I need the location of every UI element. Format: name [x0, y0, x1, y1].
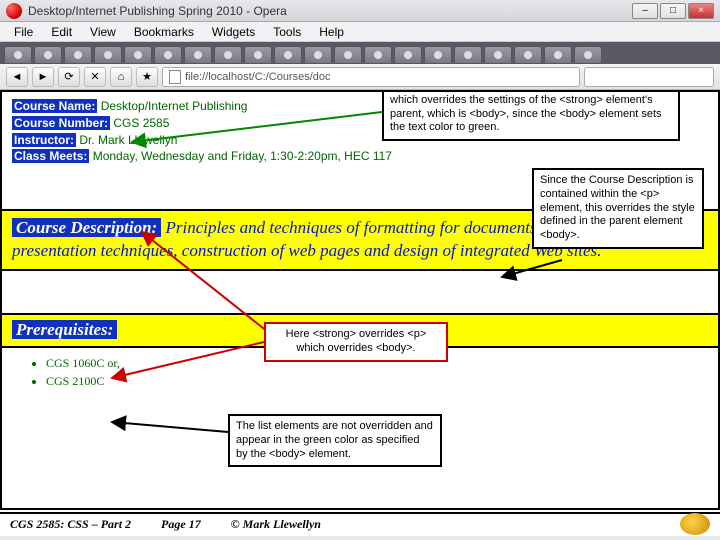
window-controls: – □ ×	[632, 3, 714, 19]
tab[interactable]	[544, 46, 572, 64]
tab[interactable]	[64, 46, 92, 64]
document-icon	[169, 70, 181, 84]
tab[interactable]	[424, 46, 452, 64]
tab[interactable]	[214, 46, 242, 64]
address-bar[interactable]: file://localhost/C:/Courses/doc	[162, 67, 580, 87]
menu-bookmarks[interactable]: Bookmarks	[126, 23, 202, 41]
tab[interactable]	[274, 46, 302, 64]
course-number-label: Course Number:	[12, 116, 110, 130]
opera-icon	[6, 3, 22, 19]
list-item: CGS 2100C	[46, 372, 698, 390]
tab[interactable]	[454, 46, 482, 64]
callout-strong-white: Notice that all text within the <strong>…	[382, 90, 680, 141]
class-meets-label: Class Meets:	[12, 149, 89, 163]
tab[interactable]	[364, 46, 392, 64]
menu-view[interactable]: View	[82, 23, 124, 41]
window-title: Desktop/Internet Publishing Spring 2010 …	[28, 4, 632, 18]
menu-help[interactable]: Help	[311, 23, 352, 41]
menu-edit[interactable]: Edit	[43, 23, 80, 41]
tab[interactable]	[94, 46, 122, 64]
footer-author: © Mark Llewellyn	[231, 517, 321, 532]
tab[interactable]	[484, 46, 512, 64]
tab[interactable]	[394, 46, 422, 64]
tabstrip	[0, 42, 720, 64]
menu-file[interactable]: File	[6, 23, 41, 41]
instructor-value: Dr. Mark Llewellyn	[76, 133, 177, 147]
class-meets-value: Monday, Wednesday and Friday, 1:30-2:20p…	[89, 149, 392, 163]
maximize-button[interactable]: □	[660, 3, 686, 19]
url-text: file://localhost/C:/Courses/doc	[185, 71, 331, 83]
page-viewport: Course Name: Desktop/Internet Publishing…	[0, 90, 720, 510]
tab[interactable]	[124, 46, 152, 64]
course-description-label: Course Description:	[12, 218, 161, 237]
ucf-logo-icon	[680, 513, 710, 535]
callout-strong-override: Here <strong> overrides <p> which overri…	[264, 322, 448, 362]
tab[interactable]	[184, 46, 212, 64]
footer-page: Page 17	[161, 517, 201, 532]
navbar: ◄ ► ⟳ ✕ ⌂ ★ file://localhost/C:/Courses/…	[0, 64, 720, 90]
tab[interactable]	[514, 46, 542, 64]
wand-button[interactable]: ★	[136, 67, 158, 87]
titlebar: Desktop/Internet Publishing Spring 2010 …	[0, 0, 720, 22]
tab[interactable]	[154, 46, 182, 64]
forward-button[interactable]: ►	[32, 67, 54, 87]
minimize-button[interactable]: –	[632, 3, 658, 19]
slide-footer: CGS 2585: CSS – Part 2 Page 17 © Mark Ll…	[0, 512, 720, 534]
back-button[interactable]: ◄	[6, 67, 28, 87]
callout-list-green: The list elements are not overridden and…	[228, 414, 442, 467]
tab[interactable]	[244, 46, 272, 64]
tab[interactable]	[304, 46, 332, 64]
close-button[interactable]: ×	[688, 3, 714, 19]
course-name-label: Course Name:	[12, 99, 97, 113]
tab[interactable]	[334, 46, 362, 64]
tab[interactable]	[574, 46, 602, 64]
tab[interactable]	[34, 46, 62, 64]
stop-button[interactable]: ✕	[84, 67, 106, 87]
course-number-value: CGS 2585	[110, 116, 169, 130]
prerequisites-label: Prerequisites:	[12, 320, 117, 339]
tab[interactable]	[4, 46, 32, 64]
search-field[interactable]	[584, 67, 714, 87]
menu-tools[interactable]: Tools	[265, 23, 309, 41]
statusbar	[0, 536, 720, 540]
home-button[interactable]: ⌂	[110, 67, 132, 87]
instructor-label: Instructor:	[12, 133, 76, 147]
callout-p-override: Since the Course Description is containe…	[532, 168, 704, 249]
footer-left: CGS 2585: CSS – Part 2	[10, 517, 131, 532]
menubar: File Edit View Bookmarks Widgets Tools H…	[0, 22, 720, 42]
course-name-value: Desktop/Internet Publishing	[97, 99, 247, 113]
reload-button[interactable]: ⟳	[58, 67, 80, 87]
menu-widgets[interactable]: Widgets	[204, 23, 263, 41]
